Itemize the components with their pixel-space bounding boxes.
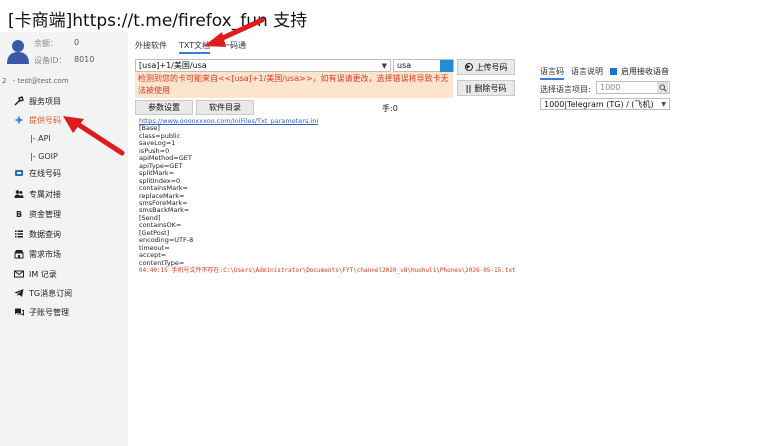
sidebar-item-funds[interactable]: B 资金管理 — [14, 205, 61, 223]
chevron-down-icon: ▼ — [661, 100, 666, 108]
search-icon — [657, 82, 668, 93]
star-icon — [14, 115, 24, 125]
config-line: saveLog=1 — [139, 139, 176, 148]
select-language-label: 选择语言项目: — [540, 85, 591, 94]
language-search-input[interactable]: 1000 — [596, 81, 670, 94]
sidebar-item-data-query[interactable]: 数据查询 — [14, 225, 61, 243]
search-input-value: usa — [397, 61, 412, 70]
config-line: containsOK= — [139, 221, 182, 230]
sidebar-item-label: 在线号码 — [29, 168, 61, 178]
config-line: smsBackMark= — [139, 206, 190, 215]
config-line: splitIndex=0 — [139, 176, 181, 185]
sidebar-item-label: 需求市场 — [29, 249, 61, 259]
list-icon — [14, 229, 24, 239]
sidebar-item-label: 专属对接 — [29, 189, 61, 199]
language-project-value: 1000|Telegram (TG) / (飞机) — [544, 99, 654, 109]
bitcoin-icon: B — [15, 209, 23, 219]
project-select[interactable]: [usa]+1/美国/usa ▼ — [135, 59, 391, 72]
config-line: apiMethod=GET — [139, 154, 192, 163]
config-line: replaceMark= — [139, 191, 185, 200]
delete-numbers-label: 删除号码 — [474, 83, 507, 93]
language-search-value: 1000 — [600, 83, 621, 92]
people-icon — [14, 189, 24, 199]
config-line: isPush=0 — [139, 146, 170, 155]
config-line: apiType=GET — [139, 161, 183, 170]
config-line: [Send] — [139, 213, 161, 222]
store-icon — [14, 249, 24, 259]
play-icon: ▶ — [464, 63, 473, 71]
language-project-dropdown[interactable]: 1000|Telegram (TG) / (飞机) ▼ — [540, 98, 670, 110]
voice-checkbox[interactable]: 启用接收语音 — [610, 66, 669, 77]
telegram-icon — [14, 288, 24, 298]
user-line: 2 - test@test.com — [2, 77, 69, 85]
sidebar-item-im-records[interactable]: IM 记录 — [14, 265, 57, 283]
tab-language-desc[interactable]: 语言说明 — [571, 66, 603, 77]
project-select-value: [usa]+1/美国/usa — [139, 61, 207, 70]
warning-message: 检测到您的卡可能来自<<[usa]+1/美国/usa>>，如有误请更改，选择错误… — [135, 72, 453, 98]
device-label: 设备ID： — [34, 56, 67, 65]
config-line: [GetPost] — [139, 228, 170, 237]
search-input[interactable]: usa — [393, 59, 454, 72]
checkbox-icon — [610, 68, 617, 75]
wrench-icon — [14, 96, 24, 106]
sidebar-item-label: 数据查询 — [29, 229, 61, 239]
delete-numbers-button[interactable]: || 删除号码 — [457, 80, 515, 96]
sidebar-item-tg-subscription[interactable]: TG消息订阅 — [14, 284, 72, 302]
avatar-icon — [7, 40, 29, 64]
sidebar-item-label: TG消息订阅 — [29, 288, 73, 298]
sidebar-subitem-goip[interactable]: |- GOIP — [30, 152, 58, 161]
sidebar-item-online-numbers[interactable]: 在线号码 — [14, 164, 61, 182]
voice-checkbox-label: 启用接收语音 — [621, 67, 669, 76]
sim-icon — [14, 168, 24, 178]
sidebar-item-label: 服务项目 — [29, 96, 61, 106]
tab-language-code[interactable]: 语言码 — [540, 66, 564, 80]
balance-label: 余额： — [34, 39, 58, 48]
config-line: splitMark= — [139, 169, 175, 178]
window-title: [卡商端]https://t.me/firefox_fun 支持 — [8, 11, 308, 31]
sidebar-item-label: IM 记录 — [29, 269, 57, 279]
config-line: contentType= — [139, 258, 185, 267]
config-line: containsMark= — [139, 184, 188, 193]
params-settings-button[interactable]: 参数设置 — [135, 100, 193, 115]
sidebar-item-service[interactable]: 服务项目 — [14, 92, 61, 110]
config-line: class=public — [139, 131, 181, 140]
config-line: [Base] — [139, 124, 160, 133]
config-line: accept= — [139, 251, 167, 260]
sidebar-item-dedicated[interactable]: 专属对接 — [14, 185, 61, 203]
sidebar-item-label: 资金管理 — [29, 209, 61, 219]
sidebar-item-label: 提供号码 — [29, 115, 61, 125]
device-value: 8010 — [74, 55, 95, 64]
chat-icon — [14, 307, 24, 317]
user-index: 2 — [2, 77, 7, 85]
sidebar-item-provide-numbers[interactable]: 提供号码 — [14, 111, 61, 129]
sidebar-subitem-api[interactable]: |- API — [30, 134, 51, 143]
tab-external-software[interactable]: 外接软件 — [135, 40, 167, 51]
count-label: 手:0 — [382, 104, 398, 113]
error-log-line: 04:40:15 手机号文件不存在:C:\Users\Administrator… — [139, 267, 516, 275]
config-line: encoding=UTF-8 — [139, 236, 194, 245]
sidebar-item-label: 子账号管理 — [29, 307, 69, 317]
user-email: test@test.com — [17, 77, 69, 85]
mail-icon — [14, 269, 24, 279]
chevron-down-icon: ▼ — [381, 61, 387, 70]
sidebar-item-sub-accounts[interactable]: 子账号管理 — [14, 303, 69, 321]
balance-value: 0 — [74, 38, 80, 47]
config-link[interactable]: https://www.ooooxxxoo.com/IniFiles/Txt_p… — [139, 117, 529, 125]
config-content: https://www.ooooxxxoo.com/IniFiles/Txt_p… — [139, 117, 529, 275]
tab-one-code[interactable]: 一码通 — [222, 40, 246, 51]
search-button[interactable] — [440, 59, 453, 72]
software-dir-button[interactable]: 软件目录 — [196, 100, 254, 115]
config-line: timeout= — [139, 243, 170, 252]
sidebar-item-market[interactable]: 需求市场 — [14, 245, 61, 263]
upload-numbers-button[interactable]: ▶ 上传号码 — [457, 59, 515, 75]
pause-icon: || — [465, 83, 472, 93]
config-line: smsForeMark= — [139, 198, 188, 207]
upload-numbers-label: 上传号码 — [475, 62, 508, 72]
tab-txt-document[interactable]: TXT文档 — [179, 40, 211, 54]
